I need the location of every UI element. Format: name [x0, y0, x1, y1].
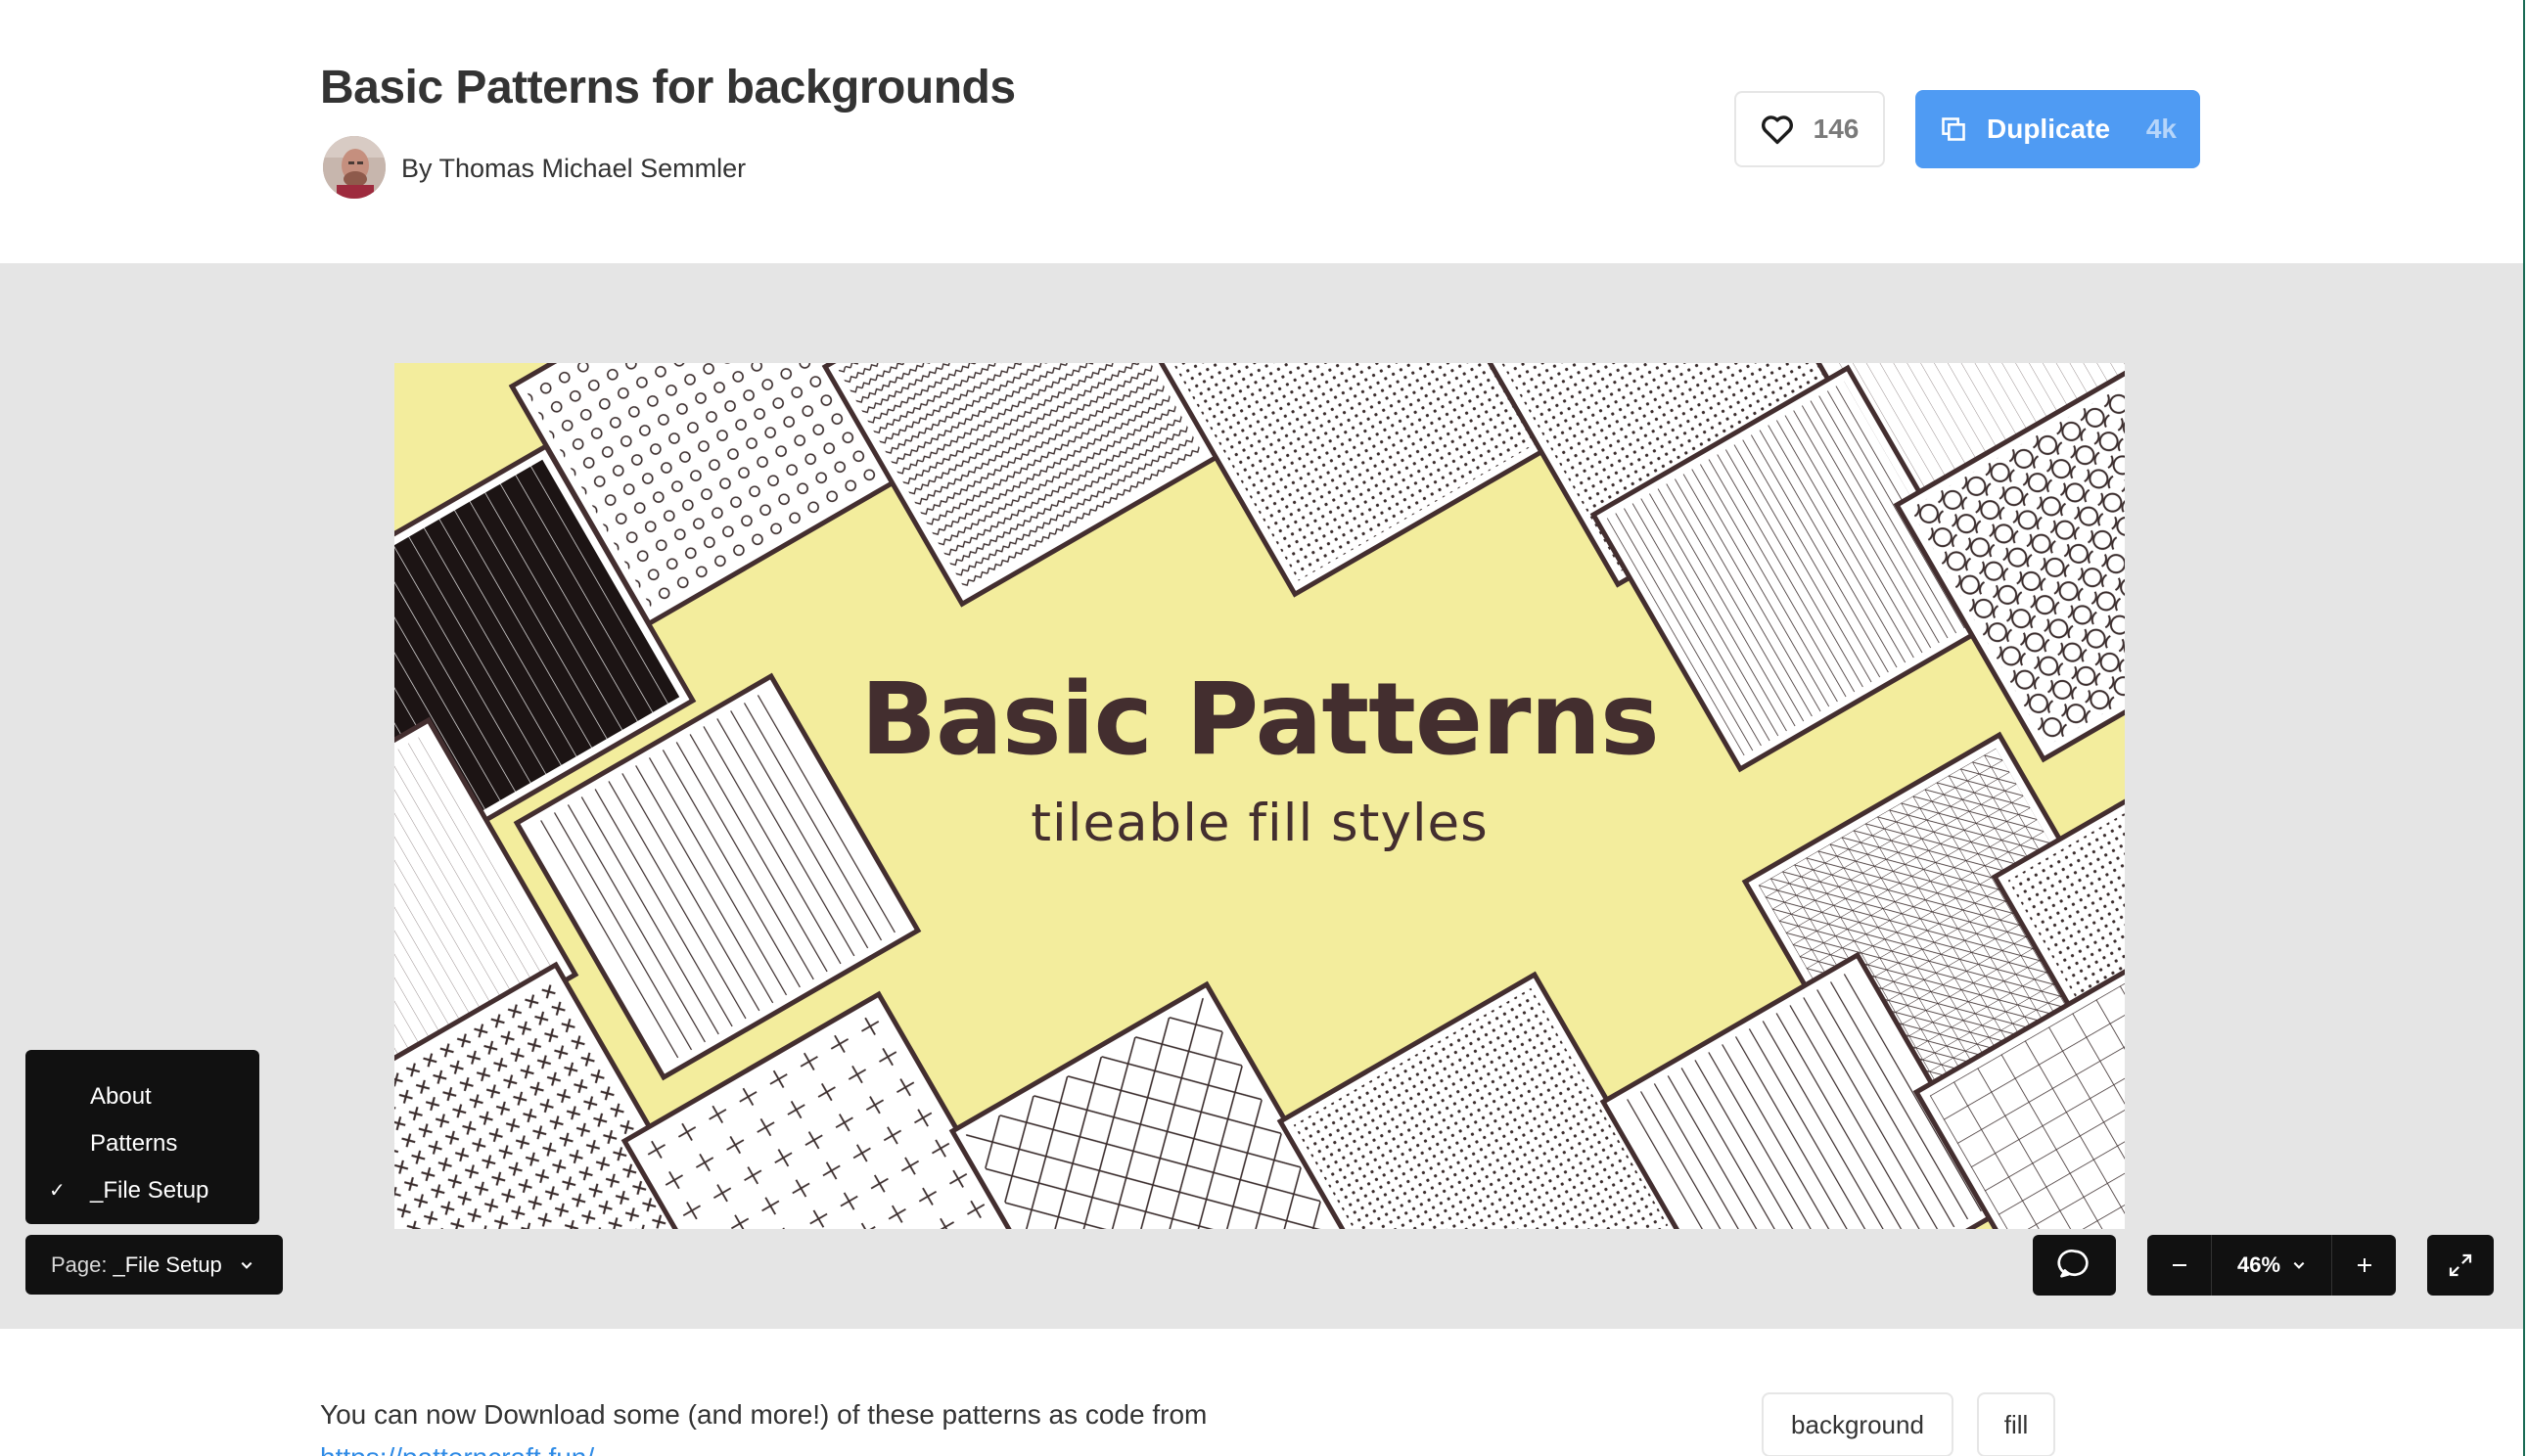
like-count: 146: [1813, 114, 1860, 144]
description-link[interactable]: https://patterncraft.fun/: [320, 1442, 594, 1456]
page-menu: About Patterns ✓ _File Setup: [25, 1050, 259, 1224]
comment-icon: [2056, 1250, 2089, 1278]
chevron-down-icon: [2293, 1261, 2305, 1269]
chevron-down-icon: [241, 1261, 253, 1269]
zoom-level: 46%: [2236, 1252, 2281, 1277]
page-menu-item-file-setup[interactable]: ✓ _File Setup: [25, 1167, 259, 1214]
file-description: You can now Download some (and more!) of…: [320, 1399, 1208, 1430]
window-edge: [2523, 0, 2525, 1456]
author-byline[interactable]: By Thomas Michael Semmler: [401, 154, 746, 184]
fullscreen-icon: [2449, 1253, 2472, 1277]
plus-icon: [2357, 1258, 2371, 1272]
comment-button[interactable]: [2033, 1235, 2116, 1296]
page-select-value: _File Setup: [113, 1251, 222, 1277]
like-button[interactable]: 146: [1734, 91, 1885, 167]
cover-canvas[interactable]: Basic Patterns tileable fill styles: [394, 363, 2125, 1229]
fullscreen-button[interactable]: [2427, 1235, 2494, 1296]
file-title: Basic Patterns for backgrounds: [320, 62, 1016, 114]
page-select-dropdown[interactable]: Page: _File Setup: [25, 1235, 283, 1295]
duplicate-button[interactable]: Duplicate 4k: [1915, 90, 2200, 168]
duplicate-count: 4k: [2145, 114, 2177, 144]
zoom-out-button[interactable]: [2147, 1235, 2212, 1296]
tag-fill[interactable]: fill: [1977, 1392, 2055, 1456]
community-file-page: Basic Patterns for backgrounds By Thomas…: [0, 0, 2527, 1456]
page-menu-item-about[interactable]: About: [25, 1073, 259, 1120]
page-menu-item-label: _File Setup: [90, 1177, 209, 1204]
minus-icon: [2172, 1264, 2186, 1266]
cover-subheading: tileable fill styles: [1031, 794, 1489, 853]
duplicate-label: Duplicate: [1987, 114, 2111, 144]
author-avatar[interactable]: [323, 136, 386, 199]
tag-background[interactable]: background: [1762, 1392, 1953, 1456]
cover-heading: Basic Patterns: [860, 661, 1659, 778]
page-menu-item-label: About: [90, 1083, 152, 1110]
heart-icon: [1761, 115, 1793, 145]
page-menu-item-label: Patterns: [90, 1130, 178, 1157]
page-select-prefix: Page:: [51, 1251, 108, 1277]
page-menu-item-patterns[interactable]: Patterns: [25, 1120, 259, 1167]
zoom-controls: 46%: [2147, 1235, 2396, 1296]
zoom-level-dropdown[interactable]: 46%: [2212, 1235, 2331, 1296]
duplicate-icon: [1942, 117, 1965, 141]
zoom-in-button[interactable]: [2331, 1235, 2396, 1296]
check-icon: ✓: [49, 1180, 66, 1202]
